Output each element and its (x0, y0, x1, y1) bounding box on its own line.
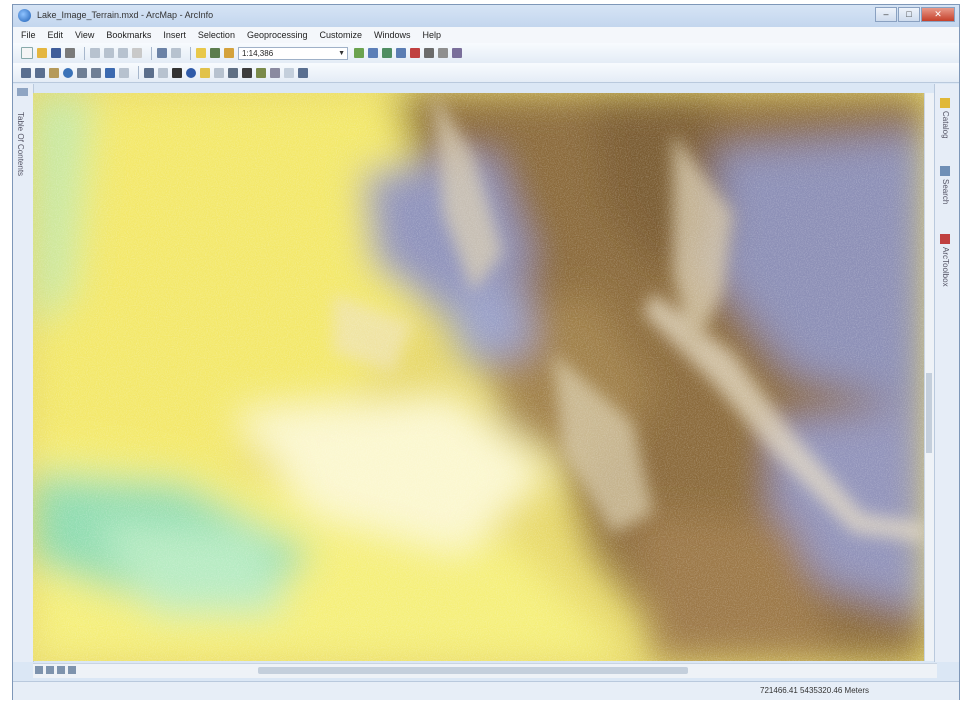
menu-file[interactable]: File (21, 30, 36, 40)
table-of-contents-icon[interactable] (368, 48, 378, 58)
fixed-zoom-in-icon[interactable] (77, 67, 87, 78)
toolbar-separator (84, 46, 85, 60)
go-to-xy-icon[interactable] (270, 67, 280, 78)
refresh-icon[interactable] (57, 666, 65, 674)
back-extent-icon[interactable] (105, 67, 115, 78)
right-dock: Catalog Search ArcToolbox (934, 84, 959, 662)
search-window-icon[interactable] (396, 48, 406, 58)
pause-drawing-icon[interactable] (68, 666, 76, 674)
map-display[interactable] (33, 93, 926, 661)
map-scale-value: 1:14,386 (242, 48, 274, 58)
menu-view[interactable]: View (75, 30, 94, 40)
menu-customize[interactable]: Customize (320, 30, 363, 40)
vertical-scrollbar[interactable] (924, 93, 934, 661)
arcmap-window: Lake_Image_Terrain.mxd - ArcMap - ArcInf… (12, 4, 960, 700)
menu-geoprocessing[interactable]: Geoprocessing (247, 30, 308, 40)
menu-selection[interactable]: Selection (198, 30, 235, 40)
forward-extent-icon[interactable] (119, 67, 129, 78)
arctoolbox-icon[interactable] (410, 48, 420, 58)
pin-icon[interactable] (17, 88, 28, 96)
undo-icon[interactable] (157, 48, 167, 58)
menu-insert[interactable]: Insert (163, 30, 186, 40)
toolbar-separator (190, 46, 191, 60)
cursor-coordinates: 721466.41 5435320.46 Meters (760, 686, 869, 695)
print-icon[interactable] (65, 48, 75, 58)
title-bar[interactable]: Lake_Image_Terrain.mxd - ArcMap - ArcInf… (13, 5, 959, 27)
viewer-window-icon[interactable] (298, 67, 308, 78)
paste-icon[interactable] (118, 48, 128, 58)
menu-bookmarks[interactable]: Bookmarks (106, 30, 151, 40)
maximize-button[interactable]: □ (898, 7, 920, 22)
toolbar-separator (151, 46, 152, 60)
model-builder-icon[interactable] (438, 48, 448, 58)
standard-toolbar: 1:14,386 ▼ (13, 43, 959, 63)
status-bar: 721466.41 5435320.46 Meters (13, 681, 959, 700)
new-document-icon[interactable] (21, 47, 33, 59)
catalog-tab[interactable]: Catalog (940, 98, 950, 139)
find-route-icon[interactable] (256, 67, 266, 78)
chevron-down-icon[interactable]: ▼ (338, 48, 345, 59)
open-folder-icon[interactable] (37, 48, 47, 58)
search-tab[interactable]: Search (940, 166, 950, 204)
menu-edit[interactable]: Edit (48, 30, 64, 40)
find-icon[interactable] (242, 67, 252, 78)
cut-icon[interactable] (90, 48, 100, 58)
hyperlink-icon[interactable] (200, 67, 210, 78)
terrain-raster (33, 93, 926, 661)
add-layer-icon[interactable] (210, 48, 220, 58)
identify-icon[interactable] (186, 67, 196, 78)
map-scale-input[interactable]: 1:14,386 ▼ (238, 46, 348, 60)
tools-toolbar (13, 63, 959, 83)
close-button[interactable]: ✕ (921, 7, 955, 22)
window-title: Lake_Image_Terrain.mxd - ArcMap - ArcInf… (37, 10, 214, 20)
pan-icon[interactable] (49, 67, 59, 78)
editor-toolbar-icon[interactable] (354, 48, 364, 58)
help-pointer-icon[interactable] (452, 48, 462, 58)
arcmap-app-icon (18, 9, 31, 22)
full-extent-icon[interactable] (63, 67, 73, 78)
menu-windows[interactable]: Windows (374, 30, 411, 40)
data-view-icon[interactable] (35, 666, 43, 674)
delete-icon[interactable] (132, 48, 142, 58)
select-elements-icon[interactable] (172, 67, 182, 78)
html-popup-icon[interactable] (214, 67, 224, 78)
toolbar-separator (138, 66, 139, 79)
menu-bar: File Edit View Bookmarks Insert Selectio… (13, 27, 959, 43)
clear-selection-icon[interactable] (158, 67, 168, 78)
python-window-icon[interactable] (424, 48, 434, 58)
redo-icon[interactable] (171, 48, 181, 58)
table-of-contents-tab[interactable]: Table Of Contents (16, 112, 25, 176)
fixed-zoom-out-icon[interactable] (91, 67, 101, 78)
minimize-button[interactable]: – (875, 7, 897, 22)
zoom-out-icon[interactable] (35, 67, 45, 78)
save-icon[interactable] (51, 48, 61, 58)
vertical-scroll-thumb[interactable] (926, 373, 932, 453)
horizontal-scroll-thumb[interactable] (258, 667, 688, 674)
horizontal-scrollbar[interactable] (33, 663, 937, 678)
arctoolbox-tab[interactable]: ArcToolbox (940, 234, 950, 287)
time-slider-icon[interactable] (284, 67, 294, 78)
zoom-in-icon[interactable] (21, 67, 31, 78)
add-data-icon[interactable] (196, 48, 206, 58)
layout-view-icon[interactable] (46, 666, 54, 674)
catalog-window-icon[interactable] (382, 48, 392, 58)
measure-icon[interactable] (228, 67, 238, 78)
table-of-contents-dock[interactable]: Table Of Contents (13, 84, 34, 662)
select-features-icon[interactable] (144, 67, 154, 78)
add-basemap-icon[interactable] (224, 48, 234, 58)
menu-help[interactable]: Help (423, 30, 442, 40)
window-controls: – □ ✕ (875, 7, 955, 23)
copy-icon[interactable] (104, 48, 114, 58)
view-switcher (35, 666, 76, 674)
